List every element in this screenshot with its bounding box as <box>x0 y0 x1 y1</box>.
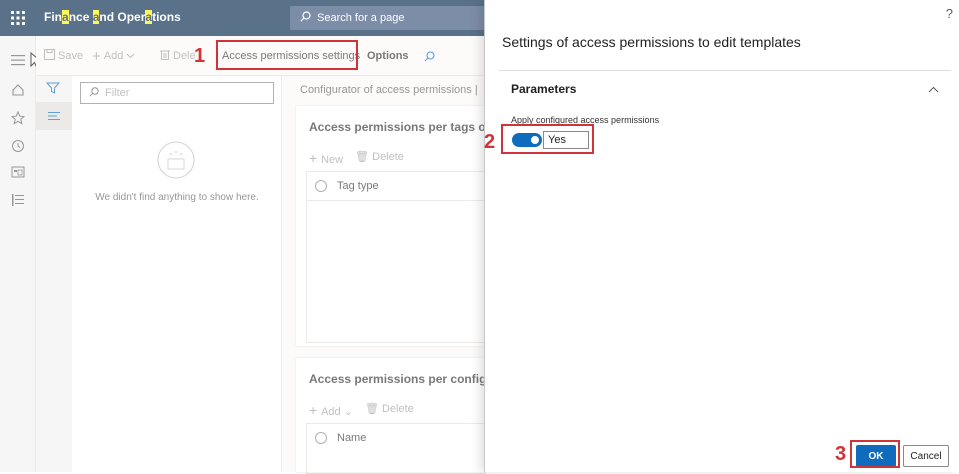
cancel-button[interactable]: Cancel <box>903 445 949 467</box>
background-dim-overlay <box>0 0 484 472</box>
parameters-section-header[interactable]: Parameters <box>511 82 576 96</box>
annotation-highlight-box-3 <box>850 440 900 468</box>
annotation-number-3: 3 <box>835 443 847 465</box>
settings-dialog: ? Settings of access permissions to edit… <box>484 0 959 472</box>
annotation-number-1: 1 <box>194 45 206 67</box>
annotation-highlight-box-1 <box>216 40 358 70</box>
help-icon[interactable]: ? <box>946 6 953 21</box>
annotation-number-2: 2 <box>484 131 496 153</box>
dialog-title: Settings of access permissions to edit t… <box>502 34 801 50</box>
chevron-up-icon[interactable] <box>928 84 939 96</box>
dialog-divider <box>499 70 951 71</box>
annotation-highlight-box-2 <box>501 124 594 154</box>
